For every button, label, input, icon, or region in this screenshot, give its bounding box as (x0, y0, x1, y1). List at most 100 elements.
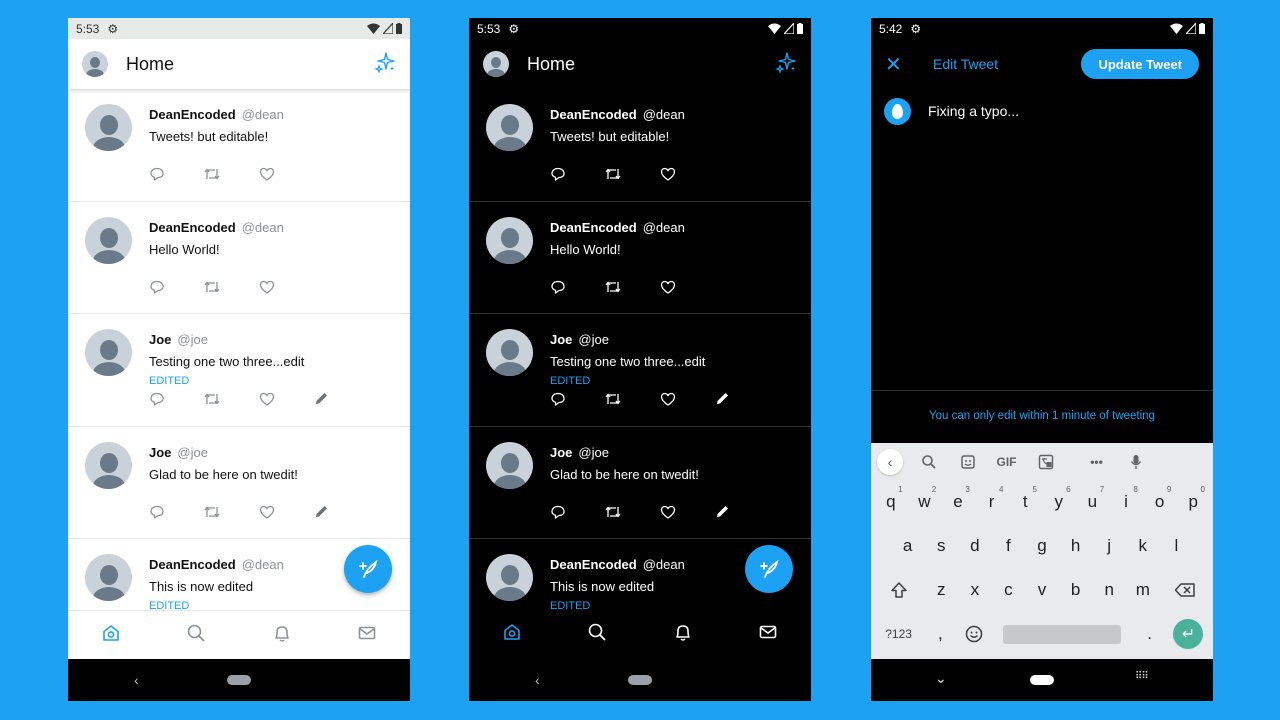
key-w[interactable]: w2 (908, 483, 942, 521)
more-icon[interactable]: ••• (1077, 449, 1116, 475)
tweet-item[interactable]: DeanEncoded @dean Hello World! (469, 202, 811, 314)
close-icon[interactable]: ✕ (885, 52, 907, 77)
pencil-icon[interactable] (715, 391, 730, 411)
mail-icon[interactable] (357, 623, 377, 648)
heart-icon[interactable] (660, 504, 676, 525)
tweet-author-name[interactable]: Joe (149, 445, 171, 460)
tweet-author-name[interactable]: Joe (149, 332, 171, 347)
search-icon[interactable] (186, 623, 206, 648)
key-r[interactable]: r4 (975, 483, 1009, 521)
key-d[interactable]: d (958, 527, 992, 565)
update-tweet-button[interactable]: Update Tweet (1081, 49, 1199, 79)
key-o[interactable]: o9 (1143, 483, 1177, 521)
reply-icon[interactable] (550, 504, 566, 525)
reply-icon[interactable] (550, 279, 566, 300)
heart-icon[interactable] (660, 391, 676, 412)
tweet-author-name[interactable]: DeanEncoded (550, 557, 637, 572)
translate-icon[interactable] (1026, 449, 1065, 475)
symbols-key[interactable]: ?123 (874, 615, 924, 653)
key-f[interactable]: f (992, 527, 1026, 565)
heart-icon[interactable] (259, 504, 275, 525)
key-x[interactable]: x (958, 571, 992, 609)
pencil-icon[interactable] (314, 504, 329, 524)
keyboard-icon[interactable]: ⠿⠿ (1135, 671, 1149, 682)
key-p[interactable]: p0 (1176, 483, 1210, 521)
retweet-icon[interactable] (604, 166, 622, 187)
key-l[interactable]: l (1160, 527, 1194, 565)
retweet-icon[interactable] (203, 166, 221, 187)
key-m[interactable]: m (1126, 571, 1160, 609)
reply-icon[interactable] (149, 504, 165, 525)
chevron-left-icon[interactable]: ‹ (877, 448, 903, 475)
sparkle-icon[interactable] (374, 51, 396, 78)
comma-key[interactable]: , (924, 615, 958, 653)
key-z[interactable]: z (924, 571, 958, 609)
avatar[interactable] (486, 329, 533, 376)
mail-icon[interactable] (758, 622, 778, 647)
bell-icon[interactable] (272, 623, 292, 648)
compose-tweet-button[interactable] (344, 545, 392, 593)
key-u[interactable]: u7 (1076, 483, 1110, 521)
avatar[interactable] (486, 216, 533, 264)
sticker-icon[interactable] (948, 449, 987, 475)
reply-icon[interactable] (149, 166, 165, 187)
tweet-author-name[interactable]: DeanEncoded (149, 220, 236, 235)
reply-icon[interactable] (149, 279, 165, 300)
period-key[interactable]: . (1133, 615, 1167, 653)
enter-key[interactable]: ↵ (1166, 615, 1210, 653)
heart-icon[interactable] (660, 166, 676, 187)
key-b[interactable]: b (1059, 571, 1093, 609)
key-e[interactable]: e3 (941, 483, 975, 521)
home-pill[interactable] (1030, 675, 1054, 685)
avatar[interactable] (486, 441, 533, 489)
tweet-author-name[interactable]: DeanEncoded (550, 220, 637, 235)
reply-icon[interactable] (149, 391, 165, 412)
reply-icon[interactable] (550, 166, 566, 187)
tweet-item[interactable]: Joe @joe Testing one two three...edit EDI… (68, 314, 410, 427)
search-icon[interactable] (587, 622, 607, 647)
emoji-icon[interactable] (957, 615, 991, 653)
retweet-icon[interactable] (604, 279, 622, 300)
tweet-author-name[interactable]: DeanEncoded (550, 107, 637, 122)
tweet-item[interactable]: DeanEncoded @dean Tweets! but editable! (469, 89, 811, 202)
key-n[interactable]: n (1092, 571, 1126, 609)
key-v[interactable]: v (1025, 571, 1059, 609)
sparkle-icon[interactable] (775, 51, 797, 78)
search-icon[interactable] (909, 449, 948, 475)
tweet-feed[interactable]: DeanEncoded @dean Tweets! but editable! D… (469, 89, 811, 610)
avatar[interactable] (85, 216, 132, 264)
tweet-item[interactable]: DeanEncoded @dean Tweets! but editable! (68, 89, 410, 202)
home-icon[interactable] (502, 622, 522, 647)
bell-icon[interactable] (673, 622, 693, 647)
space-bar[interactable] (1002, 624, 1121, 644)
tweet-edit-input[interactable]: Fixing a typo... (928, 103, 1019, 119)
key-s[interactable]: s (924, 527, 958, 565)
key-j[interactable]: j (1092, 527, 1126, 565)
gif-button[interactable]: GIF (987, 449, 1026, 475)
home-pill[interactable] (227, 675, 251, 685)
heart-icon[interactable] (259, 166, 275, 187)
heart-icon[interactable] (259, 279, 275, 300)
key-y[interactable]: y6 (1042, 483, 1076, 521)
key-t[interactable]: t5 (1008, 483, 1042, 521)
avatar[interactable] (85, 554, 132, 601)
avatar[interactable] (85, 441, 132, 489)
avatar[interactable] (486, 554, 533, 601)
pencil-icon[interactable] (715, 504, 730, 524)
tweet-author-name[interactable]: Joe (550, 332, 572, 347)
key-a[interactable]: a (891, 527, 925, 565)
key-i[interactable]: i8 (1109, 483, 1143, 521)
profile-avatar[interactable] (82, 51, 108, 77)
reply-icon[interactable] (550, 391, 566, 412)
home-pill[interactable] (628, 675, 652, 685)
tweet-author-name[interactable]: DeanEncoded (149, 557, 236, 572)
heart-icon[interactable] (259, 391, 275, 412)
back-icon[interactable]: ‹ (535, 672, 540, 688)
key-c[interactable]: c (992, 571, 1026, 609)
backspace-icon[interactable] (1160, 571, 1210, 609)
home-icon[interactable] (101, 623, 121, 648)
heart-icon[interactable] (660, 279, 676, 300)
tweet-author-name[interactable]: Joe (550, 445, 572, 460)
retweet-icon[interactable] (203, 391, 221, 412)
chevron-down-icon[interactable]: ⌄ (935, 670, 947, 687)
